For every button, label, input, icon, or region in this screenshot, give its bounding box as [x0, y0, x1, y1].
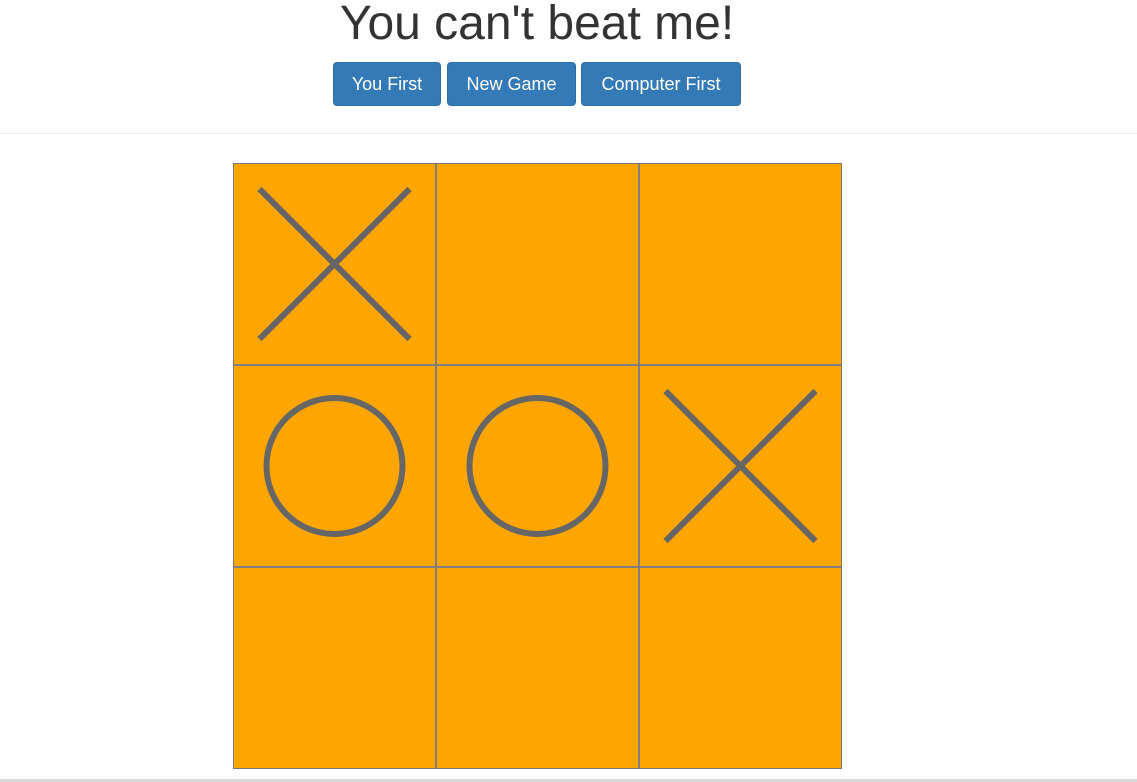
board-cell-1-3[interactable] — [640, 164, 841, 364]
o-mark-icon — [263, 395, 406, 537]
board-cell-3-2[interactable] — [437, 568, 638, 768]
board-cell-2-3[interactable] — [640, 366, 841, 566]
computer-first-button[interactable]: Computer First — [581, 62, 741, 106]
board-cell-3-3[interactable] — [640, 568, 841, 768]
you-first-button[interactable]: You First — [333, 62, 441, 106]
page: You can't beat me! You First New Game Co… — [0, 0, 1137, 782]
board-cell-2-1[interactable] — [234, 366, 435, 566]
page-title: You can't beat me! — [339, 0, 735, 50]
board-cell-3-1[interactable] — [234, 568, 435, 768]
header: You can't beat me! You First New Game Co… — [0, 0, 1137, 134]
board-cell-2-2[interactable] — [437, 366, 638, 566]
game-board — [233, 163, 842, 769]
o-mark-icon — [466, 395, 609, 537]
header-divider — [0, 133, 1137, 134]
x-mark-icon — [663, 388, 818, 544]
x-mark-icon — [257, 186, 412, 342]
new-game-button[interactable]: New Game — [447, 62, 576, 106]
board-cell-1-1[interactable] — [234, 164, 435, 364]
board-cell-1-2[interactable] — [437, 164, 638, 364]
